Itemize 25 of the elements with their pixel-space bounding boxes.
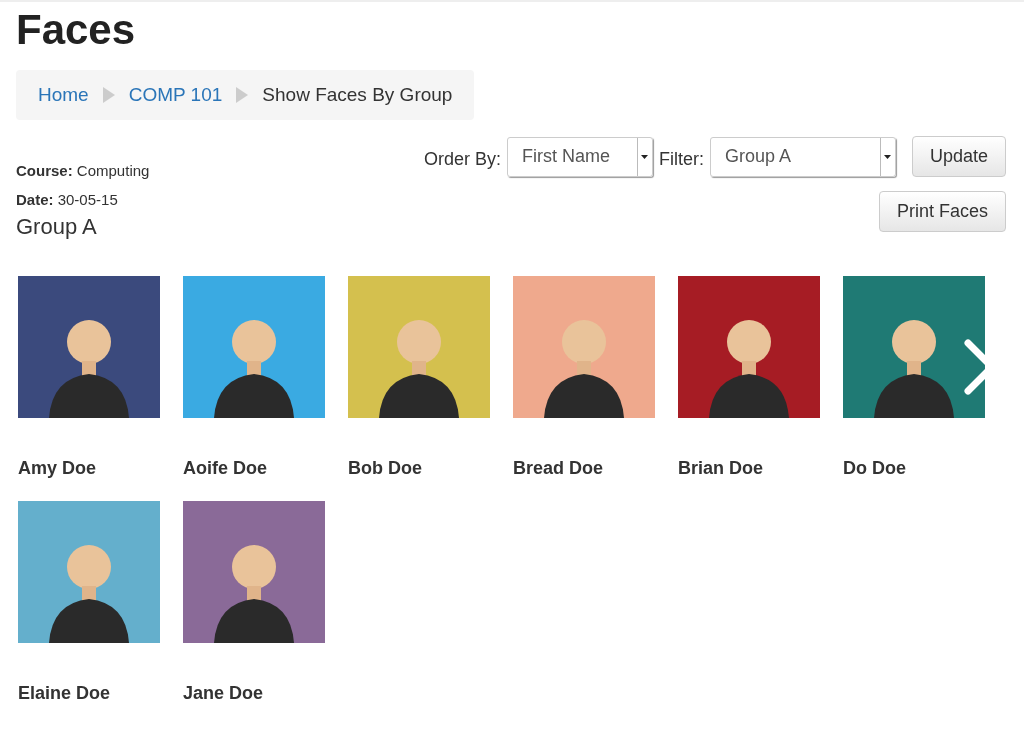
print-button[interactable]: Print Faces — [878, 191, 1006, 232]
page-title: Faces — [16, 6, 137, 54]
student-name: Jane Doe — [183, 683, 265, 704]
breadcrumb-link[interactable]: COMP 101 — [128, 84, 223, 106]
separator-icon — [236, 87, 249, 103]
filter-select[interactable]: Group A — [709, 136, 896, 177]
student-name: Bob Doe — [348, 458, 423, 479]
order-by-select[interactable]: First Name — [506, 136, 653, 177]
info-line: Course: Computing — [16, 162, 150, 179]
order-by-label: Order By: — [423, 149, 501, 170]
group-title: Group A — [16, 214, 98, 240]
student-name: Brian Doe — [678, 458, 765, 479]
student-name: Amy Doe — [18, 458, 98, 479]
caret-icon — [884, 154, 892, 159]
info-line: Date: 30-05-15 — [16, 191, 119, 208]
breadcrumb-current: Show Faces By Group — [262, 84, 453, 106]
student-name: Do Doe — [843, 458, 907, 479]
student-name: Aoife Doe — [183, 458, 268, 479]
caret-icon — [641, 154, 649, 159]
student-name: Elaine Doe — [18, 683, 112, 704]
update-button[interactable]: Update — [911, 136, 1006, 177]
filter-label: Filter: — [658, 149, 704, 170]
student-name: Bread Doe — [513, 458, 605, 479]
breadcrumb-link[interactable]: Home — [38, 84, 89, 106]
separator-icon — [102, 87, 115, 103]
